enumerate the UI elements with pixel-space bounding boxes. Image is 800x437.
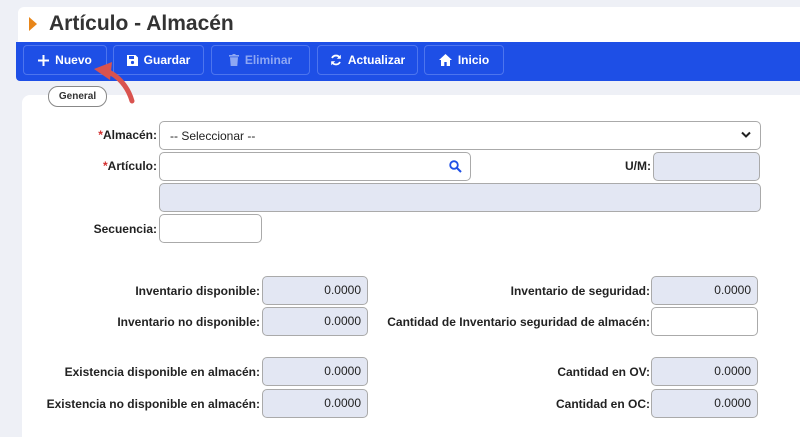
cant-oc-field: 0.0000 [651,389,758,418]
articulo-input[interactable] [159,152,471,181]
refresh-button-label: Actualizar [347,53,406,67]
exist-no-disp-label: Existencia no disponible en almacén: [46,397,260,411]
title-bar: Artículo - Almacén [18,7,800,43]
inv-disponible-label: Inventario disponible: [135,284,260,298]
exist-disp-label: Existencia disponible en almacén: [64,365,260,379]
almacen-select-value: -- Seleccionar -- [170,129,256,143]
cant-oc-label: Cantidad en OC: [555,397,650,411]
delete-button[interactable]: Eliminar [211,45,310,75]
delete-button-label: Eliminar [244,53,293,67]
secuencia-input[interactable] [159,214,262,243]
secuencia-label: Secuencia: [93,222,157,236]
chevron-down-icon [741,131,751,138]
title-marker-icon [29,17,37,31]
almacen-label: *Almacén: [98,128,157,142]
search-icon[interactable] [449,160,462,173]
inv-no-disponible-field: 0.0000 [262,307,368,336]
home-button-label: Inicio [457,53,490,67]
inv-seguridad-label: Inventario de seguridad: [510,284,650,298]
um-field [653,152,760,181]
curved-arrow-icon [94,62,135,104]
inv-disponible-field: 0.0000 [262,276,368,305]
home-icon [438,54,452,66]
refresh-button[interactable]: Actualizar [317,45,418,75]
articulo-label: *Artículo: [102,159,157,173]
almacen-select[interactable]: -- Seleccionar -- [159,121,761,150]
exist-no-disp-field: 0.0000 [262,389,368,418]
exist-disp-field: 0.0000 [262,357,368,386]
new-button-label: Nuevo [55,53,92,67]
cant-inv-seg-input[interactable] [651,307,758,336]
page-title: Artículo - Almacén [49,12,234,35]
trash-icon [228,54,239,66]
inv-seguridad-field: 0.0000 [651,276,758,305]
inv-no-disponible-label: Inventario no disponible: [117,315,260,329]
cant-ov-field: 0.0000 [651,357,758,386]
save-button-label: Guardar [143,53,191,67]
um-label: U/M: [625,159,651,173]
cant-inv-seg-label: Cantidad de Inventario seguridad de alma… [387,315,650,329]
refresh-icon [331,54,341,66]
home-button[interactable]: Inicio [424,45,504,75]
plus-icon [38,54,50,66]
cant-ov-label: Cantidad en OV: [557,365,650,379]
articulo-description-field [159,183,761,212]
